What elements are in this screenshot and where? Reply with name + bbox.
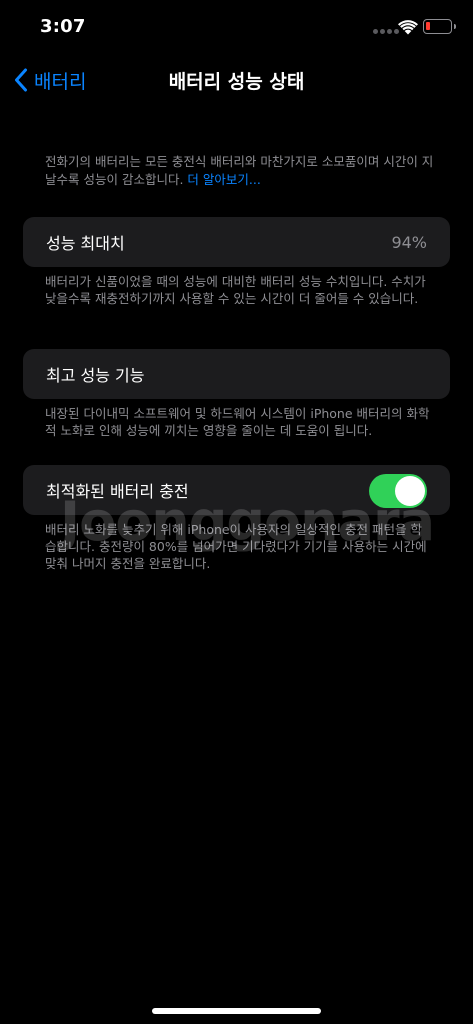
peak-performance-row: 최고 성능 기능 bbox=[23, 349, 450, 399]
optimized-charging-toggle[interactable] bbox=[369, 474, 427, 508]
home-indicator[interactable] bbox=[152, 1008, 321, 1014]
peak-performance-title: 최고 성능 기능 bbox=[46, 366, 145, 385]
battery-health-screen: 3:07 배터리 배터리 성능 상태 전화기의 배터리는 모든 충전식 배터리와… bbox=[0, 0, 473, 1024]
intro-description: 전화기의 배터리는 모든 충전식 배터리와 마찬가지로 소모품이며 시간이 지날… bbox=[45, 153, 435, 189]
cellular-signal-icon bbox=[373, 29, 399, 34]
optimized-charging-row: 최적화된 배터리 충전 bbox=[23, 465, 450, 515]
maximum-capacity-footnote: 배터리가 신품이었을 때의 성능에 대비한 배터리 성능 수치입니다. 수치가 … bbox=[45, 274, 426, 306]
maximum-capacity-title: 성능 최대치 bbox=[46, 234, 125, 253]
battery-icon bbox=[423, 19, 456, 34]
maximum-capacity-row: 성능 최대치 94% bbox=[23, 217, 450, 267]
page-title: 배터리 성능 상태 bbox=[168, 71, 305, 93]
battery-level bbox=[426, 22, 430, 30]
optimized-charging-footnote: 배터리 노화를 늦추기 위해 iPhone이 사용자의 일상적인 충전 패턴을 … bbox=[45, 522, 427, 571]
wifi-icon bbox=[398, 20, 418, 35]
peak-performance-footnote: 내장된 다이내믹 소프트웨어 및 하드웨어 시스템이 iPhone 배터리의 화… bbox=[45, 406, 430, 438]
status-time: 3:07 bbox=[40, 16, 86, 37]
toggle-knob bbox=[395, 476, 425, 506]
learn-more-link[interactable]: 더 알아보기... bbox=[187, 172, 260, 187]
maximum-capacity-value: 94% bbox=[391, 232, 427, 252]
